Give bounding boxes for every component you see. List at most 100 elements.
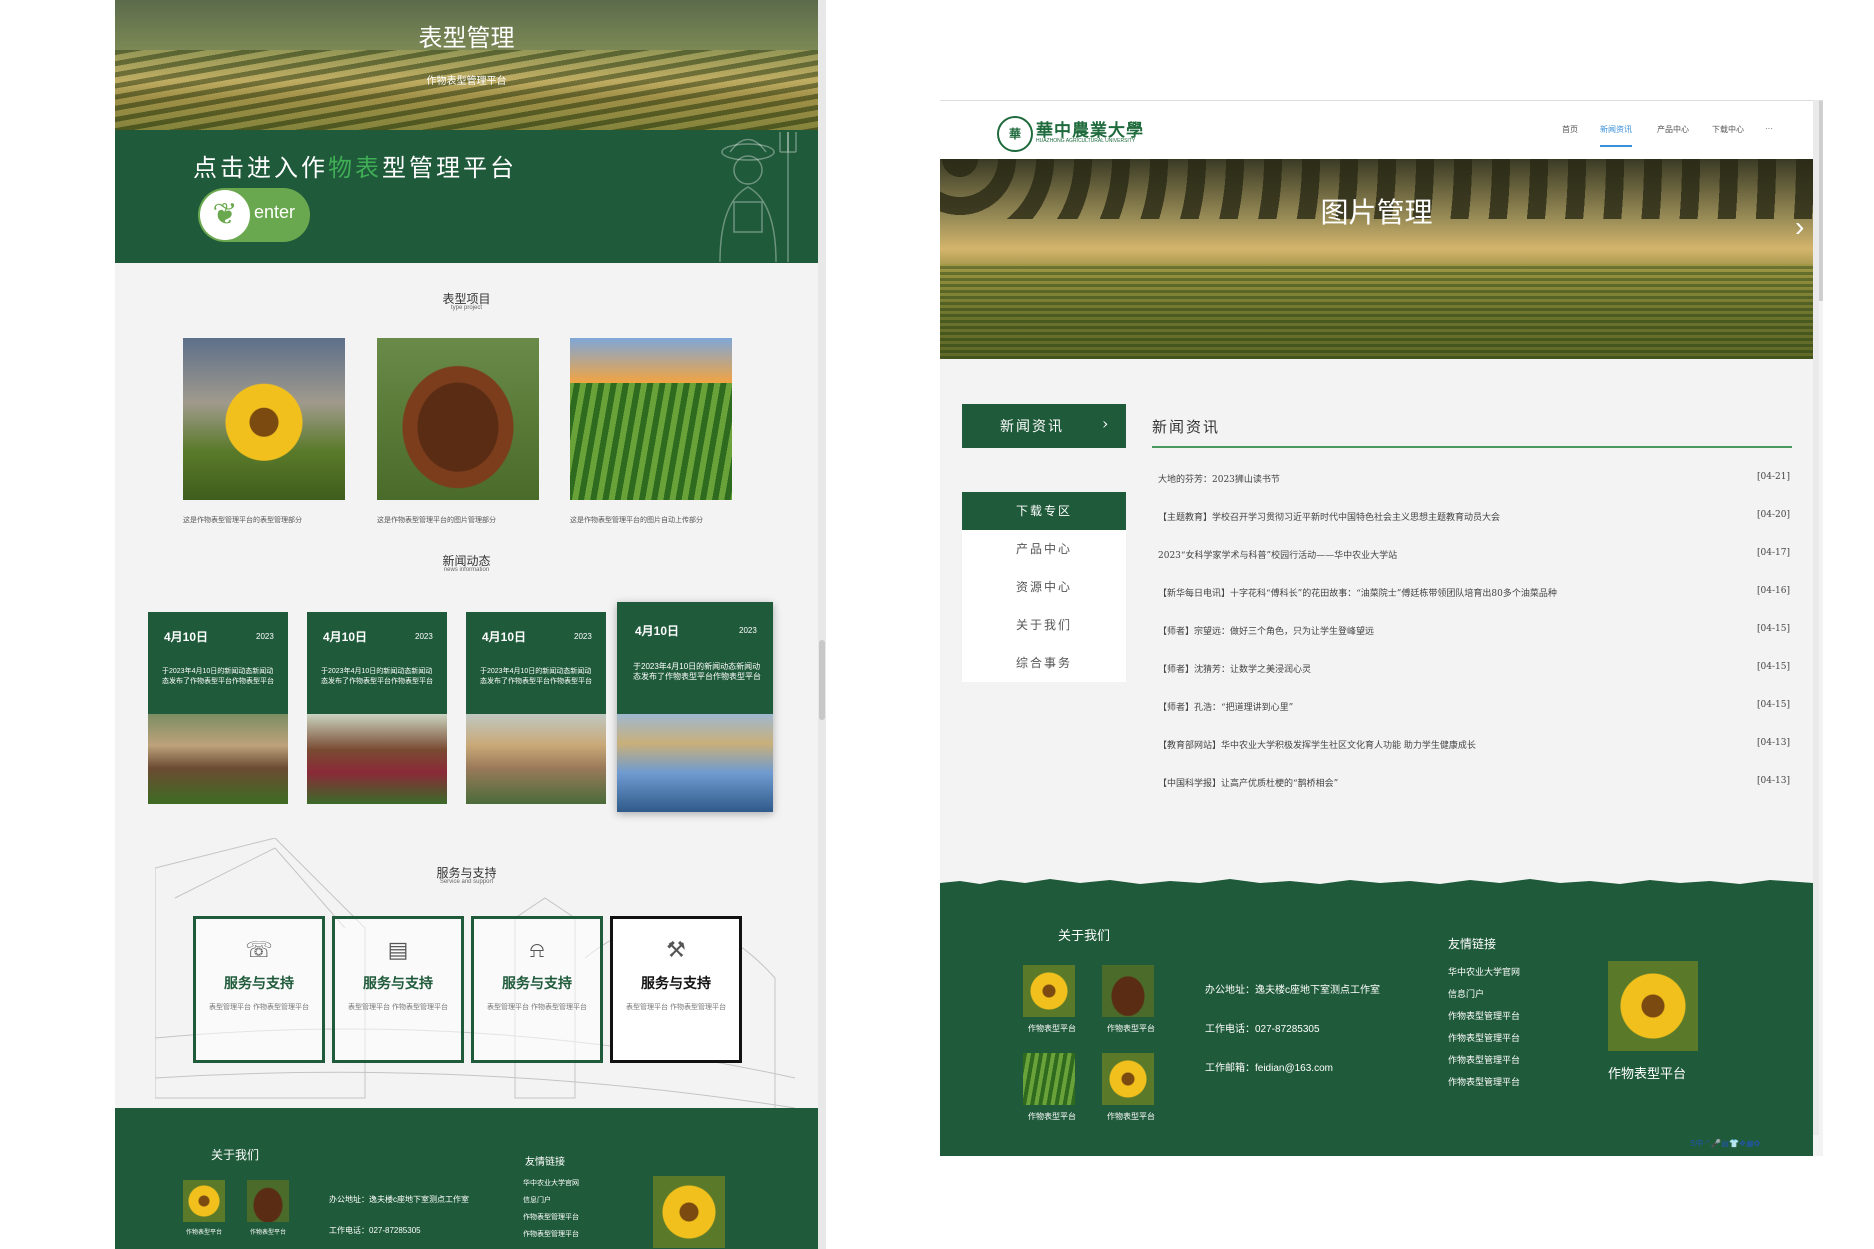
news-row[interactable]: 【教育部网站】华中农业大学积极发挥学生社区文化育人功能 助力学生健康成长 [04-… [1158,738,1790,754]
thumb-caption: 作物表型平台 [1107,1024,1155,1033]
sidebar-item-affairs[interactable]: 综合事务 [962,644,1126,682]
enter-button[interactable]: ❦ enter [198,188,310,242]
news-row[interactable]: 【新华每日电讯】十字花科“傅科长”的花田故事：“油菜院士”傅廷栋带领团队培育出8… [1158,586,1790,602]
chevron-right-icon[interactable]: › [1795,211,1804,243]
news-row[interactable]: 大地的芬芳：2023狮山读书节 [04-21] [1158,472,1790,488]
news-year: 2023 [256,632,274,641]
thumb-caption: 作物表型平台 [1028,1112,1076,1121]
news-card[interactable]: 4月10日 2023 于2023年4月10日的新闻动态新闻动态发布了作物表型平台… [307,612,447,804]
sidebar-header[interactable]: 新闻资讯 › [962,404,1126,448]
footer-address: 办公地址：逸夫楼c座地下室测点工作室 [329,1195,469,1204]
service-card[interactable]: ☏ 服务与支持 表型管理平台 作物表型管理平台 [193,916,325,1063]
left-footer: 关于我们 作物表型平台 作物表型平台 办公地址：逸夫楼c座地下室测点工作室 工作… [115,1108,818,1249]
news-row-title[interactable]: 2023“女科学家学术与科普”校园行活动——华中农业大学站 [1158,548,1397,561]
footer-email: 工作邮箱：feidian@163.com [1205,1063,1333,1074]
hero-title: 表型管理 [418,25,515,52]
news-text: 于2023年4月10日的新闻动态新闻动态发布了作物表型平台作物表型平台 [321,668,433,685]
news-row[interactable]: 【师者】沈猜芳：让数学之美浸润心灵 [04-15] [1158,662,1790,678]
server-icon: ▤ [387,937,409,962]
news-card[interactable]: 4月10日 2023 于2023年4月10日的新闻动态新闻动态发布了作物表型平台… [466,612,606,804]
news-row-date: [04-15] [1757,624,1790,634]
service-desc: 表型管理平台 作物表型管理平台 [348,1004,448,1011]
footer-thumb[interactable] [1102,1053,1154,1105]
news-date: 4月10日 [482,630,527,644]
footer-link[interactable]: 作物表型管理平台 [1448,1053,1520,1066]
news-subtitle: news information [443,567,490,573]
service-desc: 表型管理平台 作物表型管理平台 [626,1004,726,1011]
services-subtitle: Service and support [439,879,494,885]
project-caption: 这是作物表型管理平台的图片自动上传部分 [570,517,703,524]
nav-home[interactable]: 首页 [1562,124,1578,135]
news-row[interactable]: 【师者】宗望远：做好三个角色，只为让学生登峰望远 [04-15] [1158,624,1790,640]
left-scrollbar-thumb[interactable] [819,640,825,720]
footer-link[interactable]: 信息门户 [523,1195,551,1205]
footer-brand-image [1608,961,1698,1051]
footer-about-title: 关于我们 [1058,929,1111,944]
footer-thumb[interactable] [1023,965,1075,1017]
nav-more[interactable]: ··· [1765,124,1773,133]
right-page-scrollbar[interactable] [1813,100,1819,1135]
left-scrollbar[interactable] [818,0,826,1249]
news-text: 于2023年4月10日的新闻动态新闻动态发布了作物表型平台作物表型平台 [633,662,761,681]
project-image-sunflower[interactable] [183,338,345,500]
sidebar-item-about[interactable]: 关于我们 [962,606,1126,644]
news-row-title[interactable]: 【师者】孔浩：“把道理讲到心里” [1158,700,1293,713]
footer-link[interactable]: 信息门户 [1448,987,1484,1000]
news-date: 4月10日 [635,624,680,638]
news-row[interactable]: 【主题教育】学校召开学习贯彻习近平新时代中国特色社会主义思想主题教育动员大会 [0… [1158,510,1790,526]
ime-tray[interactable]: S中·°,🎤▤👕❖▦✿ [1690,1138,1760,1149]
footer-thumb[interactable] [1102,965,1154,1017]
nav-downloads[interactable]: 下载中心 [1712,124,1744,135]
service-card-highlighted[interactable]: ⚒ 服务与支持 表型管理平台 作物表型管理平台 [610,916,742,1063]
news-row-title[interactable]: 【教育部网站】华中农业大学积极发挥学生社区文化育人功能 助力学生健康成长 [1158,738,1476,751]
news-card[interactable]: 4月10日 2023 于2023年4月10日的新闻动态新闻动态发布了作物表型平台… [148,612,288,804]
footer-link[interactable]: 作物表型管理平台 [1448,1075,1520,1088]
enter-headline: 点击进入作物表型管理平台 [193,154,517,182]
footer-link[interactable]: 华中农业大学官网 [523,1178,579,1188]
footer-thumb[interactable] [1023,1053,1075,1105]
news-row[interactable]: 【师者】孔浩：“把道理讲到心里” [04-15] [1158,700,1790,716]
news-row[interactable]: 【中国科学报】让高产优质杜梗的“鹊桥相会” [04-13] [1158,776,1790,792]
news-row-title[interactable]: 【新华每日电讯】十字花科“傅科长”的花田故事：“油菜院士”傅廷栋带领团队培育出8… [1158,586,1557,599]
university-emblem-icon[interactable]: 華 [997,116,1033,152]
news-row-title[interactable]: 【主题教育】学校召开学习贯彻习近平新时代中国特色社会主义思想主题教育动员大会 [1158,510,1500,523]
project-image-cow[interactable] [377,338,539,500]
footer-link[interactable]: 华中农业大学官网 [1448,965,1520,978]
nav-news[interactable]: 新闻资讯 [1600,124,1632,147]
news-year: 2023 [574,632,592,641]
news-row-date: [04-17] [1757,548,1790,558]
university-name-en: HUAZHONG AGRICULTURAL UNIVERSITY [1036,138,1136,144]
bell-icon: ⍾ [529,937,545,962]
news-row-date: [04-21] [1757,472,1790,482]
sidebar-item-products[interactable]: 产品中心 [962,530,1126,568]
news-row-title[interactable]: 大地的芬芳：2023狮山读书节 [1158,472,1280,485]
news-row[interactable]: 2023“女科学家学术与科普”校园行活动——华中农业大学站 [04-17] [1158,548,1790,564]
project-image-corn[interactable] [570,338,732,500]
news-row-title[interactable]: 【师者】宗望远：做好三个角色，只为让学生登峰望远 [1158,624,1374,637]
phone-icon: ☏ [245,937,273,962]
footer-link[interactable]: 作物表型管理平台 [1448,1031,1520,1044]
farmer-sketch-icon [719,132,797,262]
news-row-date: [04-16] [1757,586,1790,596]
enter-band: 点击进入作物表型管理平台 ❦ enter [115,130,818,263]
footer-address: 办公地址：逸夫楼c座地下室测点工作室 [1205,985,1380,996]
footer-thumb[interactable] [183,1180,225,1222]
sidebar-menu: 下载专区 产品中心 资源中心 关于我们 综合事务 [962,492,1126,682]
sidebar-item-downloads[interactable]: 下载专区 [962,492,1126,530]
sidebar-item-resources[interactable]: 资源中心 [962,568,1126,606]
news-card-featured[interactable]: 4月10日 2023 于2023年4月10日的新闻动态新闻动态发布了作物表型平台… [617,602,773,812]
news-row-title[interactable]: 【师者】沈猜芳：让数学之美浸润心灵 [1158,662,1311,675]
tools-icon: ⚒ [666,937,686,962]
footer-link[interactable]: 作物表型管理平台 [1448,1009,1520,1022]
news-row-title[interactable]: 【中国科学报】让高产优质杜梗的“鹊桥相会” [1158,776,1338,789]
right-page-screenshot: 華 華中農業大學 HUAZHONG AGRICULTURAL UNIVERSIT… [940,100,1823,1156]
nav-products[interactable]: 产品中心 [1657,124,1689,135]
footer-link[interactable]: 作物表型管理平台 [523,1212,579,1222]
service-card[interactable]: ⍾ 服务与支持 表型管理平台 作物表型管理平台 [471,916,603,1063]
service-card[interactable]: ▤ 服务与支持 表型管理平台 作物表型管理平台 [332,916,464,1063]
footer-brand-caption: 作物表型平台 [1608,1067,1687,1082]
news-row-date: [04-13] [1757,738,1790,748]
news-divider [1152,446,1792,448]
footer-thumb[interactable] [247,1180,289,1222]
footer-link[interactable]: 作物表型管理平台 [523,1229,579,1239]
